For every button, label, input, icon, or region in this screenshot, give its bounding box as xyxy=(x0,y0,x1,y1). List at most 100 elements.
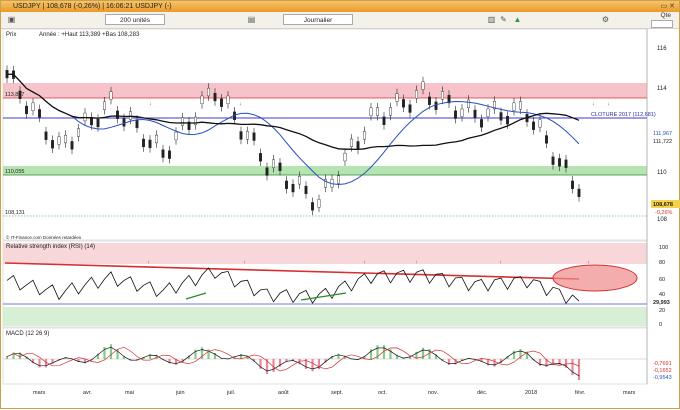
candle-body xyxy=(83,112,87,122)
candle-body xyxy=(96,118,100,128)
candle-body xyxy=(278,162,282,171)
rsi-trendline xyxy=(4,262,580,280)
candle-body xyxy=(317,199,321,208)
candle-body xyxy=(389,107,393,116)
rsi-oversold-zone xyxy=(3,307,647,326)
down-arrow-icon: ↓ xyxy=(149,101,152,107)
down-arrow-icon: ↓ xyxy=(607,101,610,107)
candle-body xyxy=(337,175,341,184)
candle-body xyxy=(532,121,536,130)
macd-histogram-bar xyxy=(272,359,275,372)
candle-body xyxy=(193,116,197,126)
rsi-tick-60: 60 xyxy=(659,277,665,283)
candle-body xyxy=(200,95,204,104)
macd-panel-frame xyxy=(2,327,648,385)
rsi-last-value: 29,993 xyxy=(653,300,670,306)
candle-body xyxy=(174,131,178,141)
candle-body xyxy=(102,101,106,110)
candle-body xyxy=(206,87,210,97)
candle-body xyxy=(395,93,399,102)
rsi-arrow-icon: ↓ xyxy=(587,259,590,265)
price-tick-116: 116 xyxy=(657,46,667,52)
candle-body xyxy=(167,150,171,159)
down-arrow-icon: ↓ xyxy=(592,101,595,107)
x-tick-label: mai xyxy=(125,390,134,396)
candle-body xyxy=(311,202,315,211)
candle-body xyxy=(545,135,549,144)
x-tick-label: avr. xyxy=(83,390,92,396)
candle-body xyxy=(558,158,562,167)
candle-body xyxy=(76,128,80,137)
rsi-arrow-icon: ↓ xyxy=(363,259,366,265)
macd-histogram-bar xyxy=(577,359,581,380)
candle-body xyxy=(31,102,35,111)
source-note: © IT-Finance.com Données retardées xyxy=(6,234,82,240)
rsi-panel-label: Relative strength index (RSI) (14) xyxy=(6,244,95,250)
candle-body xyxy=(519,101,523,110)
candle-body xyxy=(64,134,68,144)
candle-body xyxy=(356,141,360,150)
rsi-tick-0: 0 xyxy=(659,322,662,328)
change-value: -0,26% xyxy=(655,210,673,216)
candle-body xyxy=(460,108,464,117)
candle-body xyxy=(122,118,126,127)
candle-body xyxy=(219,98,223,107)
candle-body xyxy=(408,104,412,113)
macd-value-3: -0,9543 xyxy=(653,375,672,381)
price-tick-110: 110 xyxy=(657,170,667,176)
candle-body xyxy=(304,185,308,195)
candle-body xyxy=(350,138,354,147)
rsi-arrow-icon: ↓ xyxy=(147,259,150,265)
candle-body xyxy=(115,110,119,119)
candle-body xyxy=(285,180,289,189)
candle-body xyxy=(154,134,158,144)
candle-body xyxy=(486,108,490,117)
candle-body xyxy=(213,92,217,102)
x-tick-label: mars xyxy=(623,390,635,396)
candle-body xyxy=(480,119,484,128)
resistance-zone xyxy=(3,83,647,98)
rsi-tick-40: 40 xyxy=(659,292,665,298)
candle-body xyxy=(512,102,516,111)
rsi-overbought-zone xyxy=(3,243,647,264)
x-tick-label: févr. xyxy=(575,390,586,396)
candle-body xyxy=(564,159,568,168)
candle-body xyxy=(25,105,29,115)
candle-body xyxy=(57,136,61,145)
down-arrow-icon: ↓ xyxy=(239,101,242,107)
candle-body xyxy=(245,131,249,140)
x-axis: mars avr. mai juin juil. août sept. oct. nov. déc… xyxy=(33,390,635,396)
last-price-value: 108,678 xyxy=(653,202,673,208)
macd-histogram-bar xyxy=(109,344,113,359)
x-tick-label: nov. xyxy=(428,390,438,396)
candle-body xyxy=(506,116,510,125)
candle-body xyxy=(161,149,165,158)
candle-body xyxy=(421,81,425,90)
candle-body xyxy=(369,107,373,116)
candle-body xyxy=(70,141,74,150)
candle-body xyxy=(441,91,445,100)
rsi-arrow-icon: ↓ xyxy=(415,259,418,265)
macd-histogram-bar xyxy=(44,359,48,368)
macd-panel-label: MACD (12 26 9) xyxy=(6,331,49,337)
macd-histogram-bar xyxy=(311,359,314,372)
support-zone xyxy=(3,166,647,175)
macd-value-1: -0,7691 xyxy=(653,361,672,367)
price-panel-label: Prix xyxy=(6,32,16,38)
chart-svg: ↓ ↓ ↓ ↓ ↓ ↓ ↓ ↓ ↓ ↓ ↓ Prix Année : +Haut 113,389 … xyxy=(2,28,680,396)
candle-body xyxy=(499,112,503,121)
cloture-label: CLOTURE 2017 (112,681) xyxy=(591,112,656,118)
candle-body xyxy=(180,117,184,126)
x-tick-label: mars xyxy=(33,390,45,396)
candle-body xyxy=(473,109,477,119)
ma-black-value: 111,722 xyxy=(653,139,672,145)
rsi-arrow-icon: ↓ xyxy=(243,259,246,265)
price-legend: Année : +Haut 113,389 +Bas 108,283 xyxy=(39,32,140,38)
candle-body xyxy=(265,167,269,176)
candle-body xyxy=(252,132,256,141)
candle-body xyxy=(226,95,230,104)
candle-body xyxy=(571,180,575,189)
rsi-line xyxy=(6,267,580,305)
candle-body xyxy=(415,90,419,99)
macd-value-2: -0,1652 xyxy=(653,368,672,374)
